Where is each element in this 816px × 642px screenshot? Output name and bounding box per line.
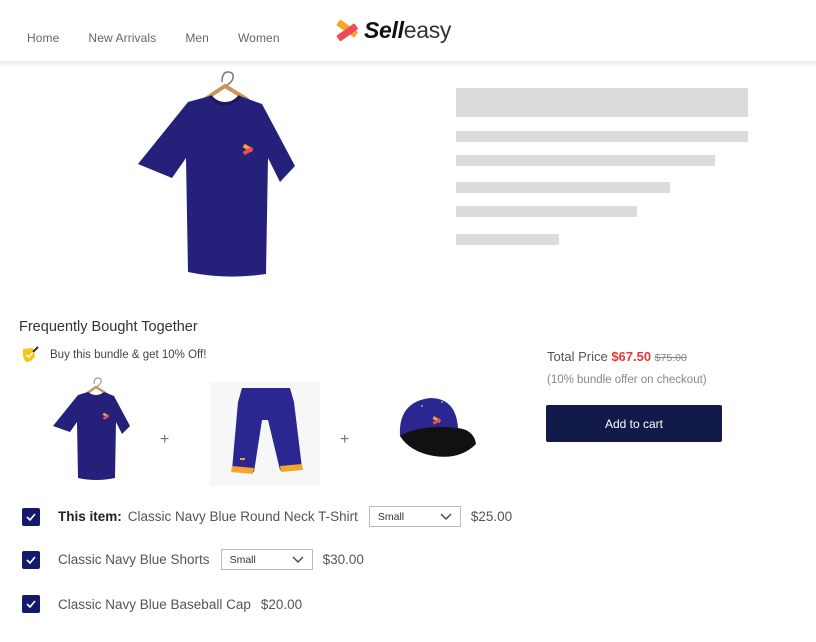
promo-banner: Buy this bundle & get 10% Off! <box>21 346 206 364</box>
brand-logo[interactable]: Selleasy <box>333 16 451 44</box>
this-item-prefix: This item: <box>58 509 122 524</box>
checkmark-icon <box>26 555 36 564</box>
item-name: Classic Navy Blue Baseball Cap <box>58 596 251 612</box>
skeleton-line <box>456 131 748 142</box>
offer-note: (10% bundle offer on checkout) <box>547 374 707 386</box>
skeleton-line <box>456 155 715 166</box>
size-select-value: Small <box>377 510 405 523</box>
item-checkbox[interactable] <box>22 595 40 613</box>
bundle-item-row: This item: Classic Navy Blue Round Neck T… <box>22 506 512 527</box>
item-name: Classic Navy Blue Round Neck T-Shirt <box>127 509 358 524</box>
bundle-thumb-cap[interactable] <box>390 390 480 470</box>
add-to-cart-button[interactable]: Add to cart <box>546 405 722 442</box>
item-price: $25.00 <box>470 509 513 524</box>
nav-women[interactable]: Women <box>238 31 280 45</box>
item-label: This item: Classic Navy Blue Round Neck T… <box>58 509 358 524</box>
logo-text: Selleasy <box>364 16 452 43</box>
chevron-down-icon <box>292 556 304 563</box>
discount-badge-icon <box>22 346 39 363</box>
item-checkbox[interactable] <box>22 550 40 569</box>
original-price: $75.00 <box>654 352 687 364</box>
promo-text: Buy this bundle & get 10% Off! <box>50 349 207 361</box>
skeleton-line <box>456 206 637 217</box>
item-price: $20.00 <box>260 596 303 612</box>
item-name: Classic Navy Blue Shorts <box>58 552 210 567</box>
logo-mark-icon <box>336 19 358 42</box>
bundle-item-row: Classic Navy Blue Baseball Cap $20.00 <box>22 595 302 613</box>
nav-men[interactable]: Men <box>185 31 209 45</box>
size-select[interactable]: Small <box>368 506 461 527</box>
nav-home[interactable]: Home <box>27 31 59 45</box>
chevron-down-icon <box>440 513 452 520</box>
item-checkbox[interactable] <box>22 507 40 526</box>
total-price: Total Price $67.50 $75.00 <box>547 349 687 364</box>
main-nav: Home New Arrivals Men Women <box>27 31 309 45</box>
skeleton-line <box>456 234 559 245</box>
discounted-price: $67.50 <box>611 349 652 364</box>
bundle-thumb-tshirt[interactable] <box>50 376 134 482</box>
plus-icon: + <box>160 431 170 448</box>
bundle-thumb-shorts[interactable] <box>210 382 320 486</box>
item-price: $30.00 <box>322 552 364 567</box>
nav-new-arrivals[interactable]: New Arrivals <box>88 31 156 45</box>
skeleton-title <box>456 88 748 117</box>
plus-icon: + <box>340 431 350 448</box>
skeleton-line <box>456 182 670 193</box>
total-price-label: Total Price <box>547 349 608 364</box>
size-select-value: Small <box>229 553 256 566</box>
size-select[interactable]: Small <box>220 549 313 570</box>
bundle-item-row: Classic Navy Blue Shorts Small $30.00 <box>22 549 364 570</box>
checkmark-icon <box>26 512 36 521</box>
checkmark-icon <box>26 600 36 608</box>
product-image <box>138 71 295 277</box>
section-title: Frequently Bought Together <box>19 319 198 335</box>
site-header: Home New Arrivals Men Women Selleasy <box>0 0 816 62</box>
